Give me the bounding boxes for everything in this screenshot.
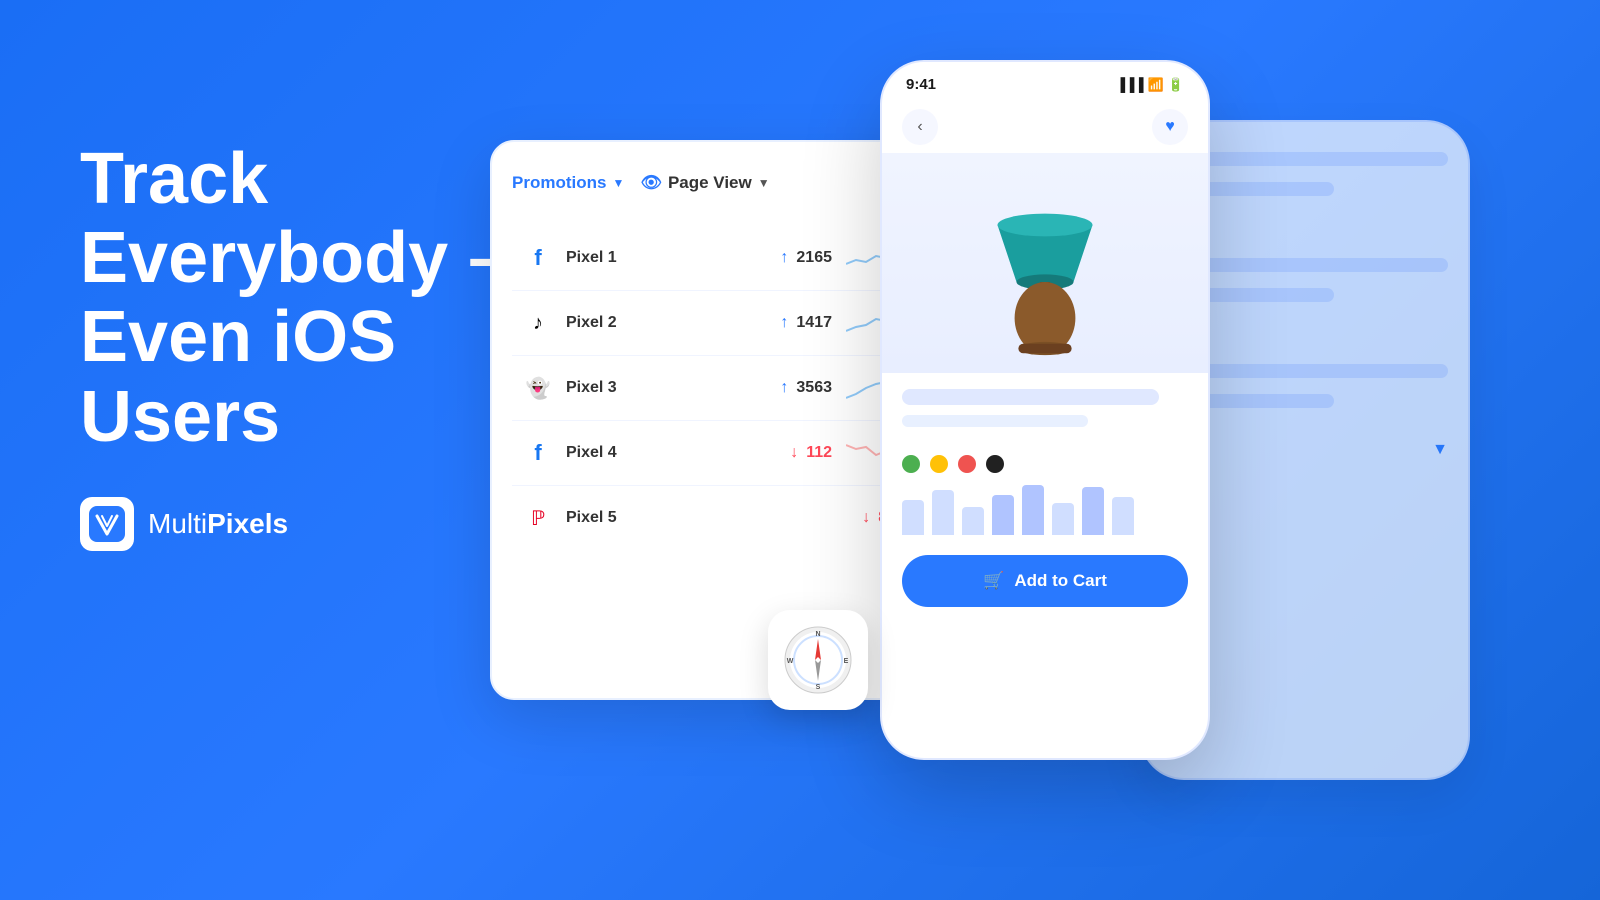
add-to-cart-label: Add to Cart [1014,571,1107,591]
value-3: 3563 [796,379,832,397]
tiktok-icon: ♪ [524,309,552,337]
eye-icon: 👁 [640,173,662,193]
promotions-label: Promotions [512,173,606,193]
headline: Track Everybody – Even iOS Users [80,140,520,457]
bar-6 [1052,503,1074,535]
pixel-name-2: Pixel 2 [566,314,766,332]
pixel-row-1: f Pixel 1 ↑ 2165 [512,226,908,291]
wifi-icon: 📶 [1148,77,1164,93]
snapchat-icon: 👻 [524,374,552,402]
back-button[interactable]: ‹ [902,109,938,145]
product-subtitle-placeholder [902,415,1088,427]
pixel-name-5: Pixel 5 [566,509,848,527]
up-arrow-2: ↑ [780,314,788,332]
svg-text:N: N [815,631,820,638]
bar-8 [1112,497,1134,535]
left-content: Track Everybody – Even iOS Users MultiPi… [80,140,520,551]
up-arrow-3: ↑ [780,379,788,397]
signal-icon: ▐▐▐ [1116,77,1144,92]
bar-5 [1022,485,1044,535]
chart-bars [882,485,1208,545]
product-details [882,373,1208,443]
color-green[interactable] [902,455,920,473]
metric-1: ↑ 2165 [780,249,832,267]
brand-area: MultiPixels [80,497,520,551]
value-4: 112 [806,444,832,462]
svg-text:E: E [844,658,849,665]
pixel-row-2: ♪ Pixel 2 ↑ 1417 [512,291,908,356]
up-arrow-1: ↑ [780,249,788,267]
bar-7 [1082,487,1104,535]
lamp-image [965,168,1125,358]
color-yellow[interactable] [930,455,948,473]
dashboard-card: Promotions ▼ 👁 Page View ▼ 🛒 f Pixel 1 ↑… [490,140,930,700]
headline-line4: Users [80,378,520,457]
headline-line3: Even iOS [80,298,520,377]
metric-2: ↑ 1417 [780,314,832,332]
facebook-icon-1: f [524,244,552,272]
pinterest-icon: ℙ [524,504,552,532]
page-view-dropdown[interactable]: 👁 Page View ▼ [640,173,769,193]
value-1: 2165 [796,249,832,267]
status-bar: 9:41 ▐▐▐ 📶 🔋 [882,62,1208,101]
pixel-name-1: Pixel 1 [566,249,766,267]
bar-4 [992,495,1014,535]
metric-4: ↓ 112 [790,444,832,462]
headline-line1: Track [80,140,520,219]
page-view-label: Page View [668,173,752,193]
pixel-row-5: ℙ Pixel 5 ↓ 88 [512,486,908,550]
bar-1 [902,500,924,535]
pixel-name-4: Pixel 4 [566,444,776,462]
product-title-placeholder [902,389,1159,405]
card-header: Promotions ▼ 👁 Page View ▼ 🛒 [512,170,908,206]
svg-text:S: S [816,684,821,691]
headline-line2: Everybody – [80,219,520,298]
color-red[interactable] [958,455,976,473]
wishlist-button[interactable]: ♥ [1152,109,1188,145]
brand-logo [80,497,134,551]
product-image-area [882,153,1208,373]
battery-icon: 🔋 [1168,77,1184,93]
cart-icon-btn: 🛒 [983,571,1004,591]
svg-text:W: W [787,658,794,665]
down-arrow-4: ↓ [790,444,798,462]
metric-3: ↑ 3563 [780,379,832,397]
value-2: 1417 [796,314,832,332]
color-black[interactable] [986,455,1004,473]
facebook-icon-2: f [524,439,552,467]
promotions-dropdown[interactable]: Promotions ▼ [512,173,624,193]
phone-nav: ‹ ♥ [882,101,1208,153]
brand-name: MultiPixels [148,508,288,540]
pixel-row-3: 👻 Pixel 3 ↑ 3563 [512,356,908,421]
add-to-cart-button[interactable]: 🛒 Add to Cart [902,555,1188,607]
pixel-name-3: Pixel 3 [566,379,766,397]
promotions-arrow-icon: ▼ [612,176,624,190]
down-arrow-5: ↓ [862,509,870,527]
color-options [882,443,1208,485]
bar-3 [962,507,984,535]
status-icons: ▐▐▐ 📶 🔋 [1116,77,1184,93]
pixel-row-4: f Pixel 4 ↓ 112 [512,421,908,486]
phone-mockup: 9:41 ▐▐▐ 📶 🔋 ‹ ♥ [880,60,1210,760]
bar-2 [932,490,954,535]
bg-card-arrow-icon: ▼ [1432,441,1448,459]
safari-icon: N S E W [768,610,868,710]
phone-time: 9:41 [906,76,936,93]
page-view-arrow-icon: ▼ [758,176,770,190]
